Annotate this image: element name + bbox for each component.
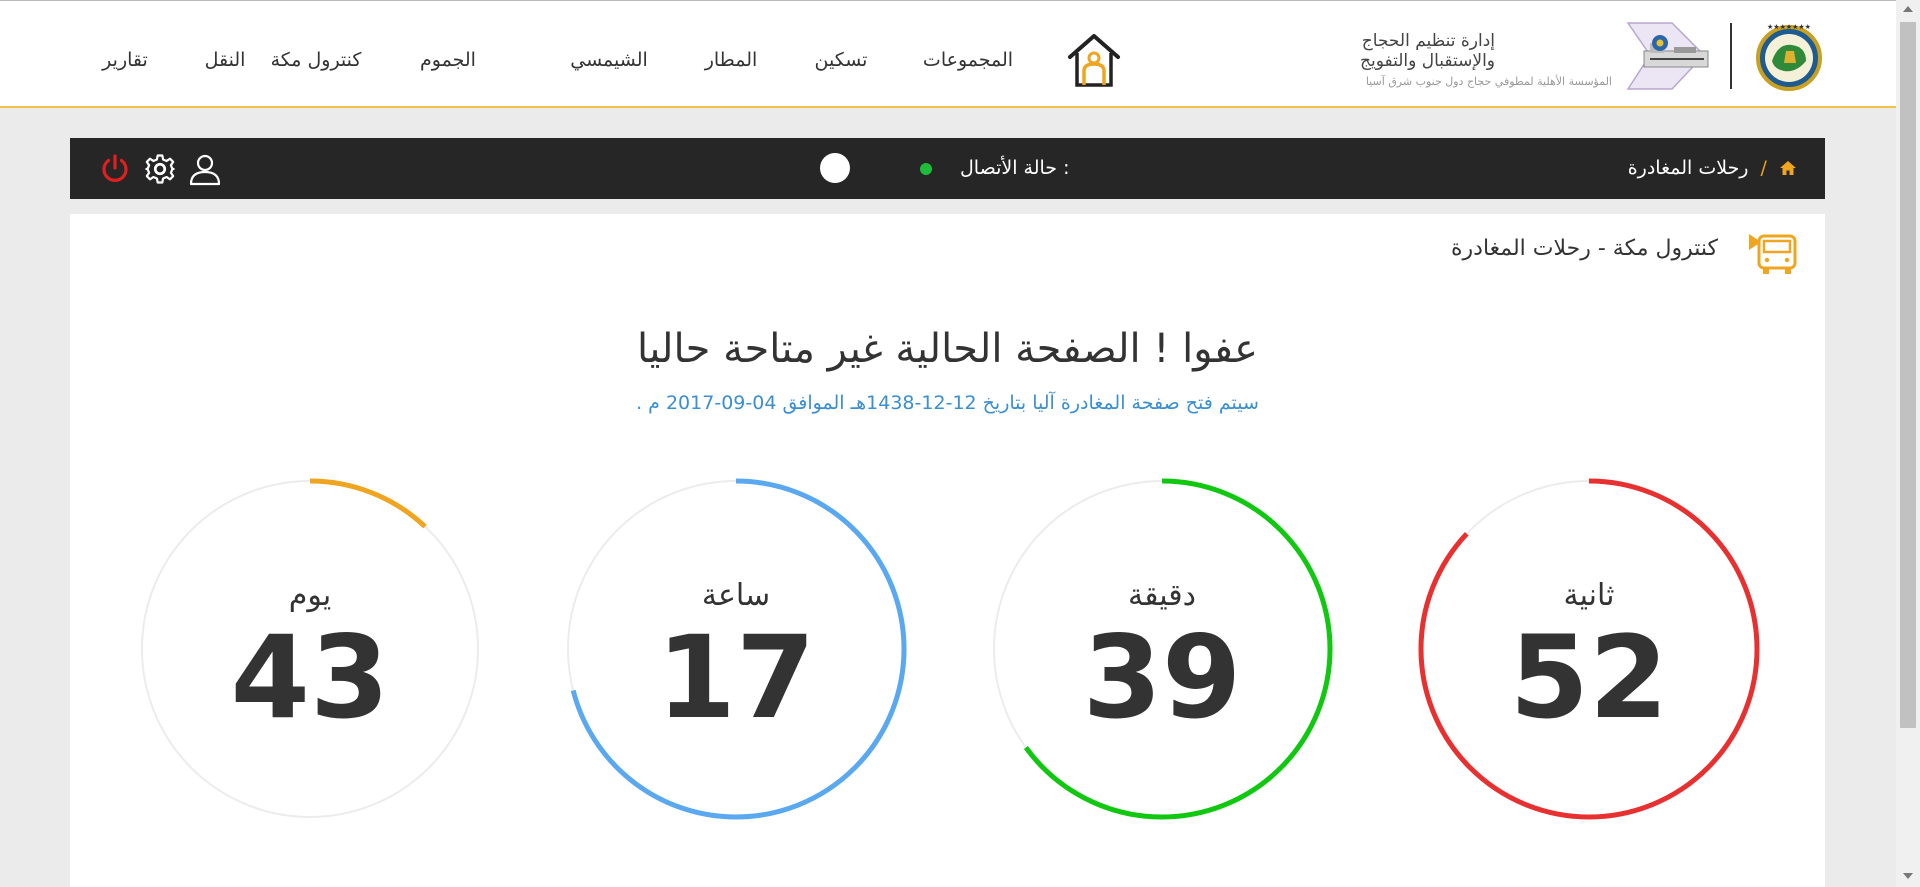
power-icon[interactable] bbox=[98, 152, 132, 186]
page-scrollbar[interactable] bbox=[1896, 0, 1920, 887]
content-card: كنترول مكة - رحلات المغادرة عفوا ! الصفح… bbox=[70, 214, 1825, 887]
nav-item-transport[interactable]: النقل bbox=[205, 49, 246, 71]
brand-logo: إدارة تنظيم الحجاج والإستقبال والتفويج ا… bbox=[1350, 19, 1830, 99]
toggle-knob[interactable] bbox=[820, 153, 850, 183]
countdown-hours-value: 17 bbox=[656, 611, 816, 744]
countdown-minutes-label: دقيقة bbox=[1127, 578, 1196, 613]
nav-item-airport[interactable]: المطار bbox=[705, 49, 758, 71]
countdown-hours: ساعة 17 bbox=[565, 478, 907, 820]
scroll-down-arrow-icon[interactable] bbox=[1903, 873, 1913, 879]
scroll-up-arrow-icon[interactable] bbox=[1903, 6, 1913, 12]
bus-icon bbox=[1749, 234, 1797, 274]
gear-icon[interactable] bbox=[143, 152, 177, 186]
unavailable-message: عفوا ! الصفحة الحالية غير متاحة حاليا bbox=[637, 326, 1258, 372]
emblem-seal-icon: ★★★★★★★ bbox=[1756, 23, 1822, 91]
scrollbar-thumb[interactable] bbox=[1900, 22, 1916, 728]
countdown-hours-label: ساعة bbox=[701, 578, 771, 613]
brand-title-line2: والإستقبال والتفويج bbox=[1360, 51, 1495, 71]
user-icon[interactable] bbox=[188, 152, 222, 186]
brand-subtitle: المؤسسة الأهلية لمطوفي حجاج دول جنوب شرق… bbox=[1365, 75, 1612, 88]
nav-item-groups[interactable]: المجموعات bbox=[923, 49, 1013, 71]
countdown-minutes: دقيقة 39 bbox=[991, 478, 1333, 820]
nav-item-reports[interactable]: تقارير bbox=[102, 49, 148, 71]
home-logo-icon[interactable] bbox=[1066, 31, 1122, 91]
countdown-days: يوم 43 bbox=[139, 478, 481, 820]
home-icon[interactable] bbox=[1779, 160, 1797, 176]
svg-text:★★★★★★★: ★★★★★★★ bbox=[1767, 23, 1811, 31]
connection-status-label: حالة الأتصال : bbox=[960, 157, 1070, 179]
opening-date-message: سيتم فتح صفحة المغادرة آليا بتاريخ 12-12… bbox=[636, 392, 1259, 414]
top-header: تقارير النقل كنترول مكة الجموم الشيمسي ا… bbox=[0, 0, 1896, 108]
countdown-seconds-value: 52 bbox=[1509, 611, 1669, 744]
connection-status-indicator bbox=[920, 163, 932, 175]
nav-item-housing[interactable]: تسكين bbox=[815, 49, 868, 71]
nav-item-shumaisi[interactable]: الشيمسي bbox=[570, 49, 648, 71]
toolbar: / رحلات المغادرة حالة الأتصال : bbox=[70, 138, 1825, 199]
breadcrumb-separator: / bbox=[1760, 157, 1767, 179]
nav-item-makkah-control[interactable]: كنترول مكة bbox=[271, 49, 362, 71]
breadcrumb-current: رحلات المغادرة bbox=[1627, 157, 1749, 179]
page-title: كنترول مكة - رحلات المغادرة bbox=[1451, 236, 1718, 261]
brand-title-line1: إدارة تنظيم الحجاج bbox=[1361, 31, 1495, 51]
building-emblem-icon bbox=[1626, 22, 1709, 90]
countdown-seconds: ثانية 52 bbox=[1418, 478, 1760, 820]
countdown-days-value: 43 bbox=[230, 611, 390, 744]
countdown-seconds-label: ثانية bbox=[1563, 578, 1615, 613]
countdown-minutes-value: 39 bbox=[1082, 611, 1242, 744]
breadcrumb: / رحلات المغادرة bbox=[1628, 157, 1797, 179]
countdown-days-label: يوم bbox=[288, 578, 332, 613]
brand-divider bbox=[1730, 23, 1732, 89]
nav-item-jumum[interactable]: الجموم bbox=[420, 49, 476, 71]
brand-title: إدارة تنظيم الحجاج والإستقبال والتفويج bbox=[1360, 31, 1495, 71]
